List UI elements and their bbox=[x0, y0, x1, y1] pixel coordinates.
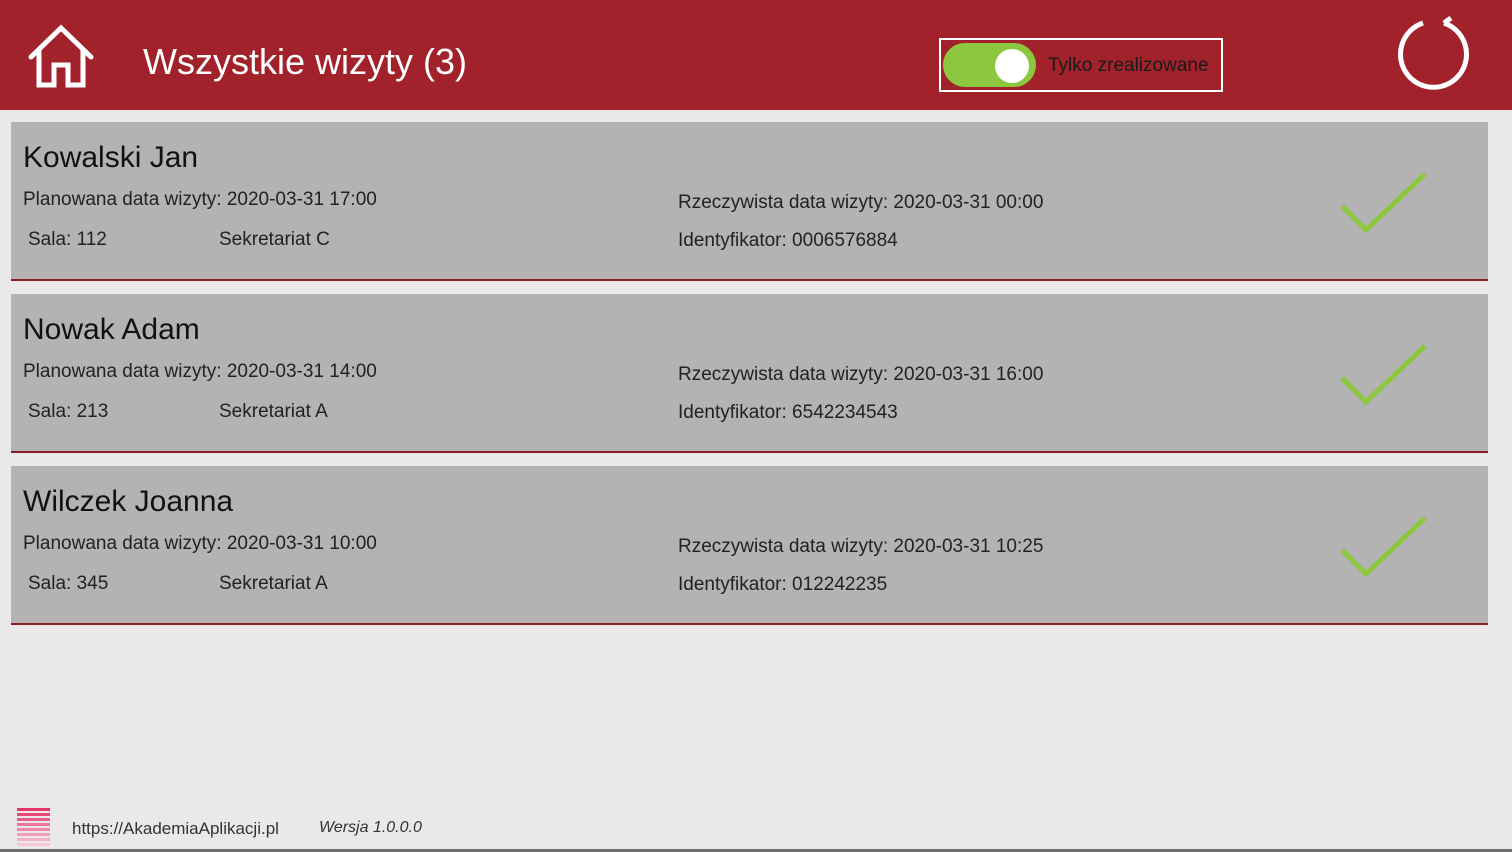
app-header: Wszystkie wizyty (3) Tylko zrealizowane bbox=[0, 0, 1512, 110]
office-name: Sekretariat A bbox=[219, 401, 328, 422]
checkmark-icon bbox=[1340, 344, 1427, 406]
page-title: Wszystkie wizyty (3) bbox=[143, 41, 467, 82]
visit-card[interactable]: Kowalski Jan Planowana data wizyty: 2020… bbox=[11, 122, 1488, 281]
toggle-knob bbox=[995, 49, 1029, 83]
visit-identifier: Identyfikator: 6542234543 bbox=[678, 402, 898, 423]
refresh-icon bbox=[1398, 15, 1469, 90]
refresh-button[interactable] bbox=[1394, 15, 1472, 94]
toggle-label: Tylko zrealizowane bbox=[1048, 55, 1209, 76]
patient-name: Wilczek Joanna bbox=[23, 485, 234, 518]
patient-name: Nowak Adam bbox=[23, 313, 200, 346]
planned-date: Planowana data wizyty: 2020-03-31 17:00 bbox=[23, 189, 377, 210]
visit-identifier: Identyfikator: 0006576884 bbox=[678, 230, 898, 251]
planned-date: Planowana data wizyty: 2020-03-31 10:00 bbox=[23, 533, 377, 554]
office-name: Sekretariat A bbox=[219, 573, 328, 594]
planned-date: Planowana data wizyty: 2020-03-31 14:00 bbox=[23, 361, 377, 382]
home-button[interactable] bbox=[26, 22, 96, 90]
completed-only-toggle[interactable]: Tylko zrealizowane bbox=[939, 38, 1223, 92]
actual-date: Rzeczywista data wizyty: 2020-03-31 10:2… bbox=[678, 536, 1044, 557]
checkmark-icon bbox=[1340, 516, 1427, 578]
visit-card[interactable]: Nowak Adam Planowana data wizyty: 2020-0… bbox=[11, 294, 1488, 453]
patient-name: Kowalski Jan bbox=[23, 141, 199, 174]
room-number: Sala: 213 bbox=[28, 401, 109, 422]
checkmark-icon bbox=[1340, 172, 1427, 234]
app-version: Wersja 1.0.0.0 bbox=[319, 819, 422, 836]
actual-date: Rzeczywista data wizyty: 2020-03-31 00:0… bbox=[678, 192, 1044, 213]
actual-date: Rzeczywista data wizyty: 2020-03-31 16:0… bbox=[678, 364, 1044, 385]
office-name: Sekretariat C bbox=[219, 229, 330, 250]
visit-card[interactable]: Wilczek Joanna Planowana data wizyty: 20… bbox=[11, 466, 1488, 625]
visit-identifier: Identyfikator: 012242235 bbox=[678, 574, 888, 595]
room-number: Sala: 112 bbox=[28, 229, 107, 250]
toggle-switch[interactable] bbox=[943, 43, 1036, 87]
room-number: Sala: 345 bbox=[28, 573, 109, 594]
footer-url-link[interactable]: https://AkademiaAplikacji.pl bbox=[72, 818, 279, 840]
home-icon bbox=[28, 24, 94, 88]
app-logo-icon bbox=[17, 808, 50, 846]
